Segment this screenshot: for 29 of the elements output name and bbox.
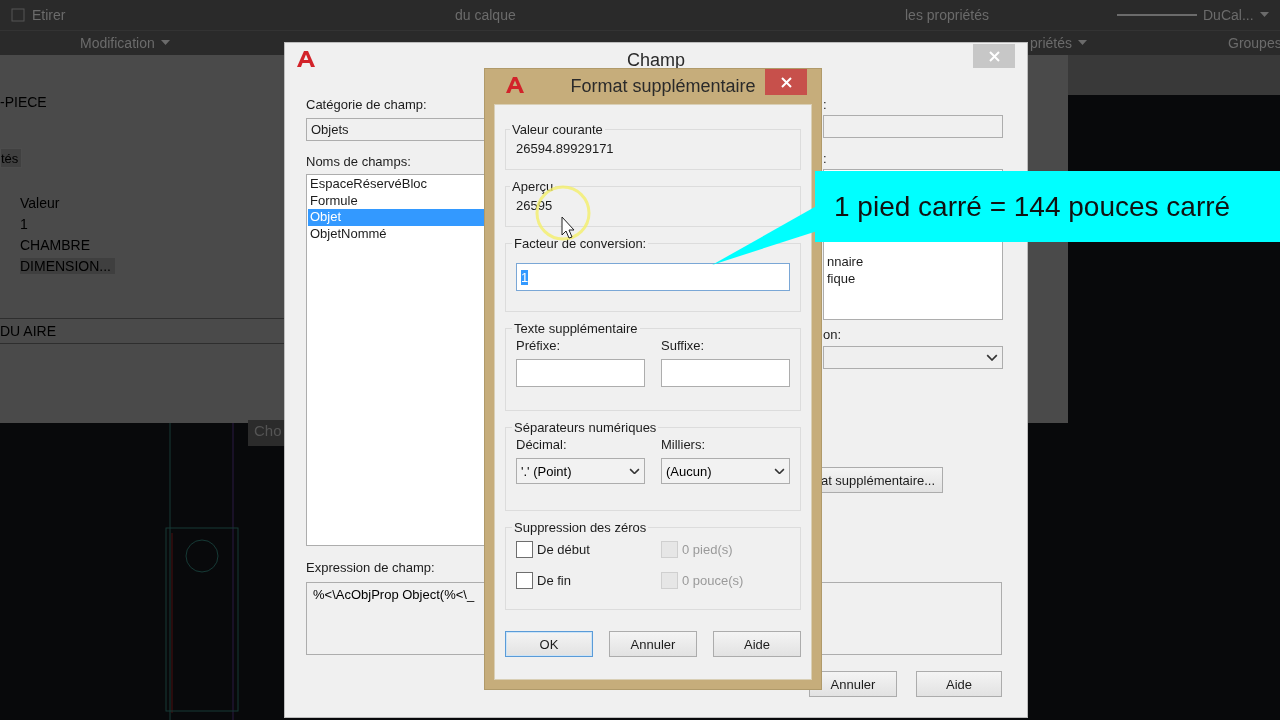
group-title: Facteur de conversion:	[513, 236, 648, 251]
field-label: on:	[823, 327, 843, 342]
column-header: Valeur	[20, 194, 61, 211]
field-label: :	[823, 97, 828, 112]
group-title: Suppression des zéros	[513, 520, 648, 535]
table-cell-text: 1	[20, 215, 29, 232]
field-label: Noms de champs:	[306, 154, 412, 169]
checkbox-label: 0 pouce(s)	[682, 573, 744, 588]
callout-text: 1 pied carré = 144 pouces carré	[834, 190, 1231, 223]
group-title: Séparateurs numériques	[513, 420, 658, 435]
group-title: Texte supplémentaire	[513, 321, 639, 336]
field-label: Décimal:	[516, 437, 568, 452]
dialog-title: Champ	[627, 49, 685, 71]
field-label: Expression de champ:	[306, 560, 436, 575]
palette-title: -PIECE	[0, 94, 48, 112]
table-cell-text: CHAMBRE	[20, 236, 91, 253]
palette-footer: DU AIRE	[0, 318, 284, 344]
field-label: Suffixe:	[661, 338, 706, 353]
dialog-title: Format supplémentaire	[570, 76, 756, 97]
field-label: Préfixe:	[516, 338, 562, 353]
field-label: :	[823, 151, 828, 166]
current-value: 26594.89929171	[515, 141, 615, 156]
group-title: Aperçu	[511, 179, 555, 194]
field-label: Milliers:	[661, 437, 707, 452]
table-cell: DIMENSION...	[20, 257, 115, 274]
checkbox-label: De fin	[537, 573, 571, 588]
field-label: Catégorie de champ:	[306, 97, 428, 112]
checkbox-label: De début	[537, 542, 590, 557]
checkbox-label: 0 pied(s)	[682, 542, 733, 557]
